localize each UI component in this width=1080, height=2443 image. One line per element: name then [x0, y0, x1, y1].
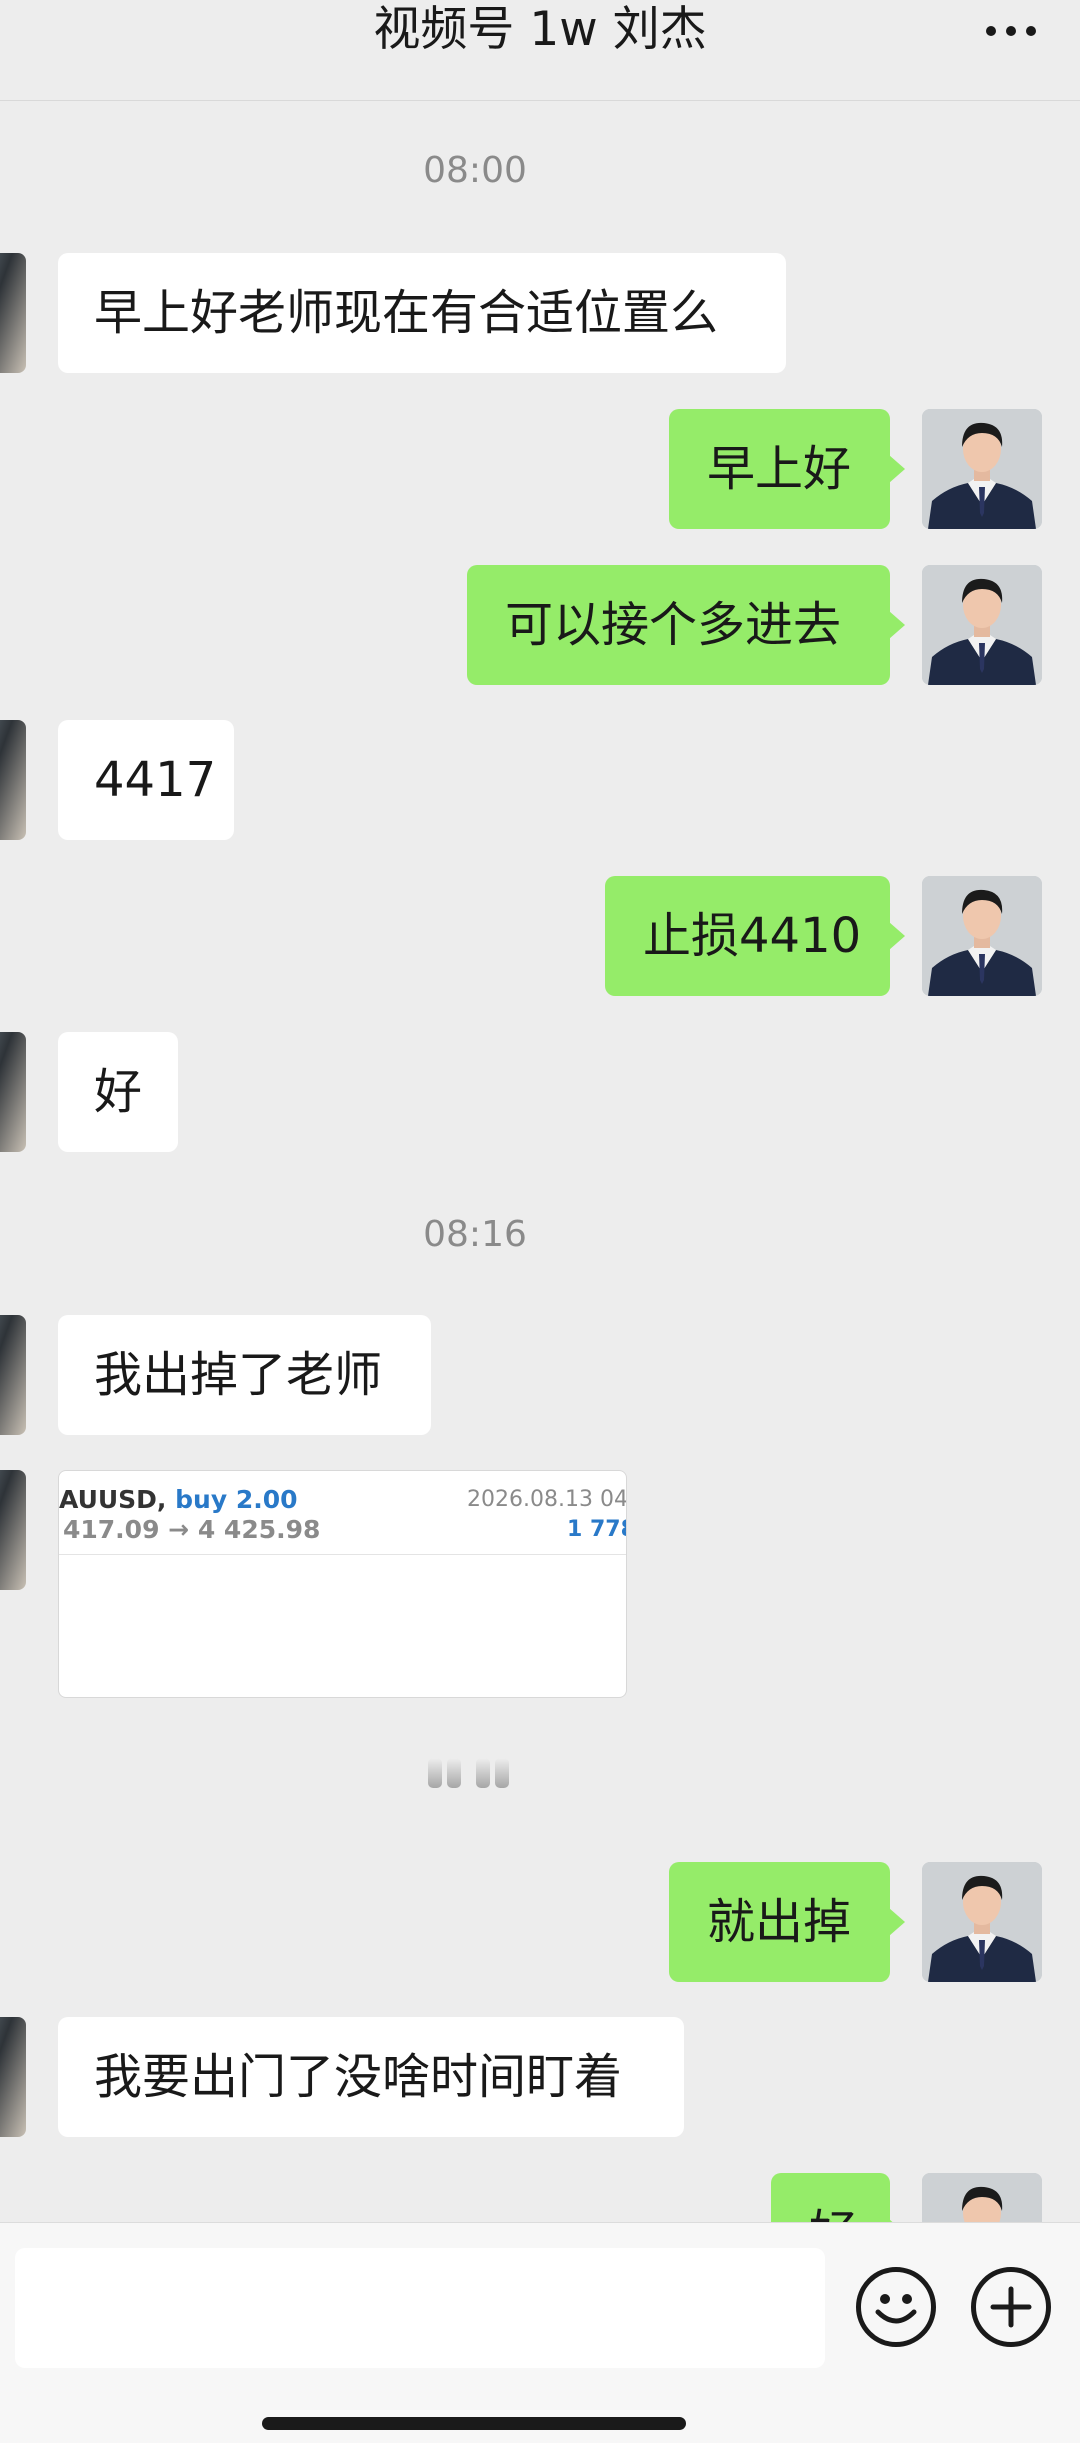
home-indicator	[262, 2417, 686, 2430]
emoji-icon[interactable]	[856, 2267, 936, 2347]
message-bubble-sent[interactable]: 可以接个多进去	[467, 565, 905, 685]
contact-avatar[interactable]	[0, 253, 26, 373]
plus-icon[interactable]	[971, 2267, 1051, 2347]
contact-avatar[interactable]	[0, 1032, 26, 1152]
my-avatar[interactable]	[922, 876, 1042, 996]
contact-avatar[interactable]	[0, 2017, 26, 2137]
trade-prices: 417.09 → 4 425.98	[63, 1515, 321, 1544]
message-input[interactable]	[15, 2248, 825, 2368]
trade-profit: 1 778.0	[567, 1517, 626, 1542]
my-avatar[interactable]	[922, 565, 1042, 685]
chat-window: 视频号 1w 刘杰 08:00 早上好老师现在有合适位置么 早上好 可以接个多进…	[0, 0, 1080, 2443]
timestamp: 08:00	[423, 150, 527, 191]
my-avatar[interactable]	[922, 1862, 1042, 1982]
chat-title: 视频号 1w 刘杰	[373, 2, 707, 57]
contact-avatar[interactable]	[0, 720, 26, 840]
chat-header: 视频号 1w 刘杰	[0, 0, 1080, 101]
timestamp: 08:16	[423, 1214, 527, 1255]
more-icon[interactable]	[980, 10, 1044, 50]
contact-avatar[interactable]	[0, 1470, 26, 1590]
message-bubble-received[interactable]: 4417	[58, 720, 234, 840]
trade-datetime: 2026.08.13 04:31:5	[467, 1487, 627, 1512]
message-bubble-received[interactable]: 我出掉了老师	[58, 1315, 431, 1435]
chat-input-bar	[0, 2222, 1080, 2443]
my-avatar[interactable]	[922, 409, 1042, 529]
message-bubble-sent[interactable]: 就出掉	[669, 1862, 905, 1982]
message-bubble-sent[interactable]: 早上好	[669, 409, 905, 529]
trade-symbol: AUUSD, buy 2.00	[59, 1485, 298, 1514]
message-bubble-sent[interactable]: 止损4410	[605, 876, 905, 996]
message-bubble-received[interactable]: 好	[58, 1032, 178, 1152]
voice-indicator-icon	[428, 1752, 524, 1792]
message-bubble-received[interactable]: 我要出门了没啥时间盯着	[58, 2017, 684, 2137]
trade-symbol-text: AUUSD,	[59, 1485, 167, 1514]
message-bubble-received[interactable]: 早上好老师现在有合适位置么	[58, 253, 786, 373]
trade-screenshot-card[interactable]: AUUSD, buy 2.00 417.09 → 4 425.98 2026.0…	[58, 1470, 627, 1698]
contact-avatar[interactable]	[0, 1315, 26, 1435]
trade-side: buy 2.00	[175, 1485, 298, 1514]
trade-summary-row: AUUSD, buy 2.00 417.09 → 4 425.98 2026.0…	[59, 1471, 626, 1555]
